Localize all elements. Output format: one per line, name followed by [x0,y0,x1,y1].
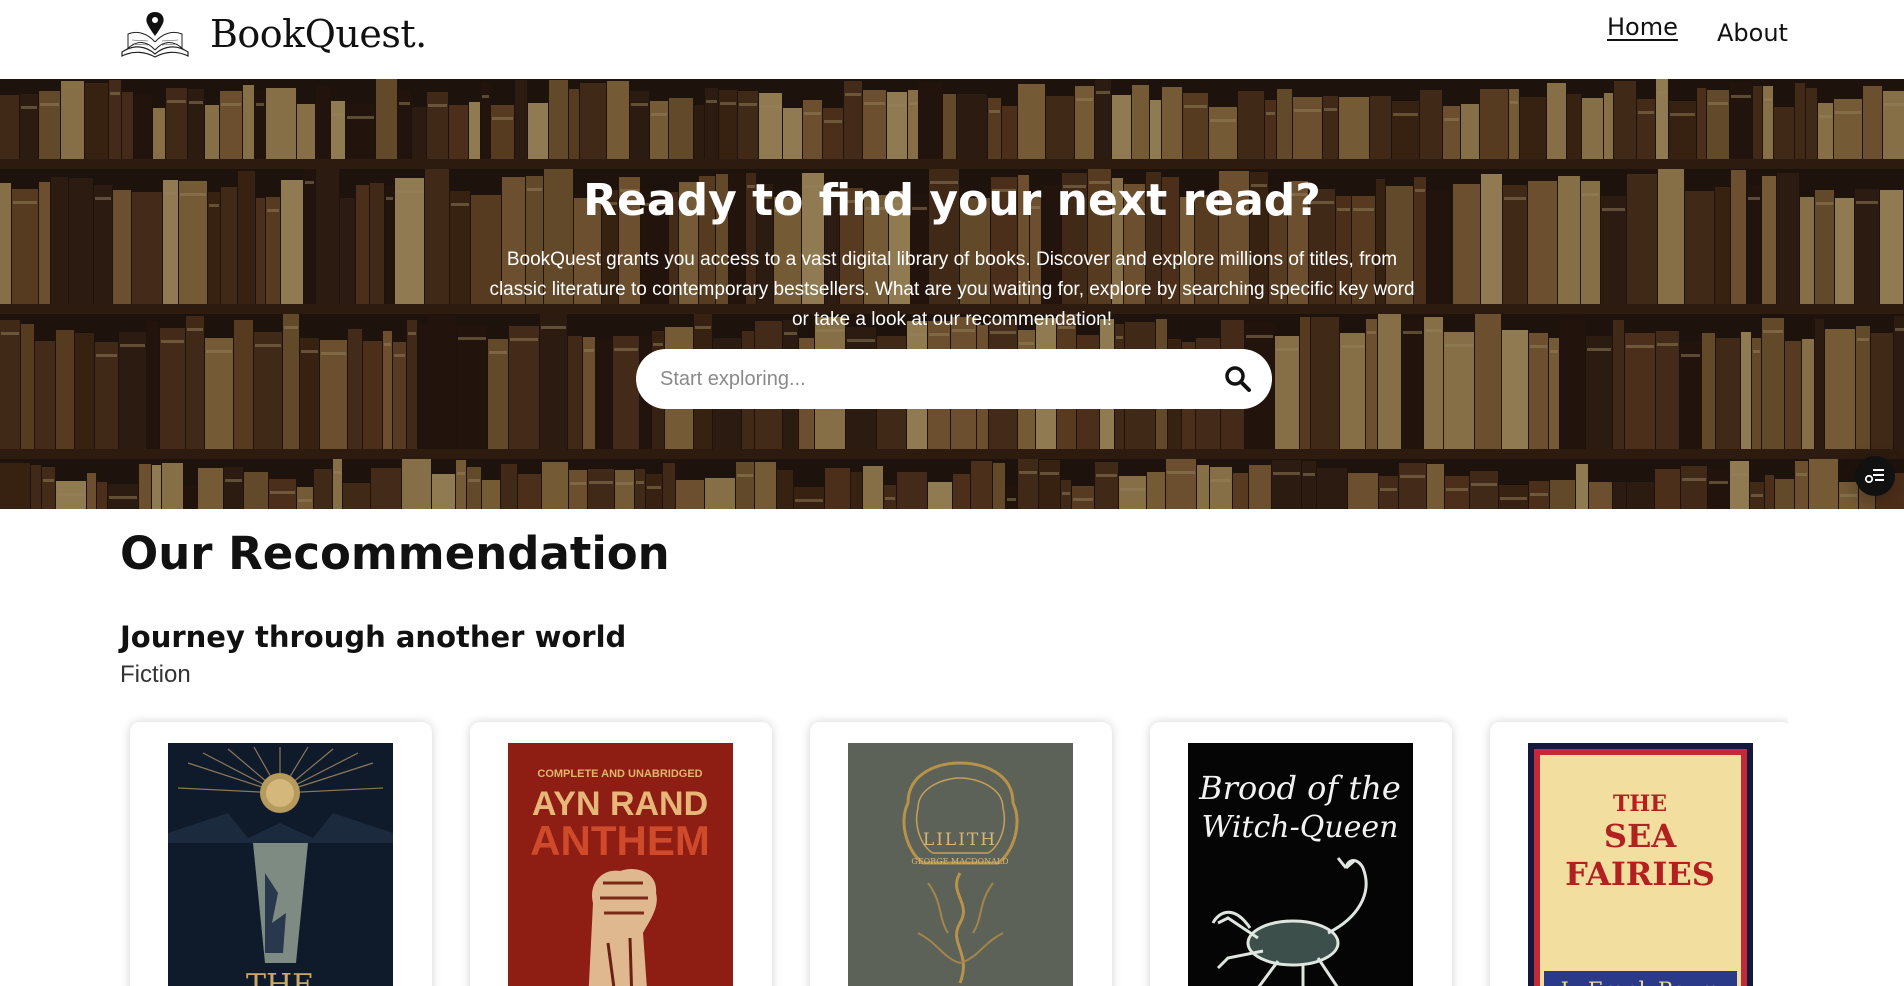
hero-title: Ready to find your next read? [583,175,1321,226]
search-bar [636,349,1272,409]
book-cover: LILITH GEORGE MACDONALD [848,743,1073,986]
book-pin-logo-icon [121,12,189,58]
cover-author-text: L. Frank Baum [1561,978,1720,986]
book-card[interactable]: THE [130,722,432,986]
filter-button[interactable] [1855,456,1895,496]
search-icon [1225,366,1251,392]
group-title: Journey through another world [120,620,627,654]
cover-title-text: LILITH [923,830,997,850]
search-input[interactable] [660,349,1180,409]
brand-name: BookQuest. [210,12,427,56]
book-card[interactable]: Brood of the Witch-Queen [1150,722,1452,986]
group-genre: Fiction [120,661,191,688]
navbar: BookQuest. Home About [0,0,1904,79]
nav-home-link[interactable]: Home [1607,13,1678,41]
cover-title-line-2: SEA [1604,817,1678,855]
nav-about-link[interactable]: About [1717,19,1788,47]
hero-section: Ready to find your next read? BookQuest … [0,79,1904,509]
book-cover: Brood of the Witch-Queen [1188,743,1413,986]
book-card-list: THE COMPLETE AND UNABRIDGED AYN RAND ANT… [120,714,1788,986]
filter-icon [1864,469,1884,484]
cover-edition-text: COMPLETE AND UNABRIDGED [537,768,702,780]
cover-title-line-1: Brood of the [1198,769,1401,807]
cover-title-text: THE [246,968,314,986]
book-cover: THE [168,743,393,986]
cover-author-text: GEORGE MACDONALD [911,857,1008,866]
hero-description: BookQuest grants you access to a vast di… [489,249,1415,330]
cover-title-line-3: FAIRIES [1565,855,1715,893]
book-card[interactable]: LILITH GEORGE MACDONALD [810,722,1112,986]
book-cover: THE SEA FAIRIES L. Frank Baum [1528,743,1753,986]
search-button[interactable] [1222,363,1254,395]
cover-title-line-2: Witch-Queen [1202,810,1399,845]
cover-title-line-1: THE [1613,791,1667,817]
book-cover: COMPLETE AND UNABRIDGED AYN RAND ANTHEM [508,743,733,986]
book-card[interactable]: COMPLETE AND UNABRIDGED AYN RAND ANTHEM [470,722,772,986]
recommendation-title: Our Recommendation [120,527,670,580]
book-card[interactable]: THE SEA FAIRIES L. Frank Baum [1490,722,1788,986]
brand[interactable]: BookQuest. [120,10,427,58]
cover-title-text: ANTHEM [530,817,710,864]
